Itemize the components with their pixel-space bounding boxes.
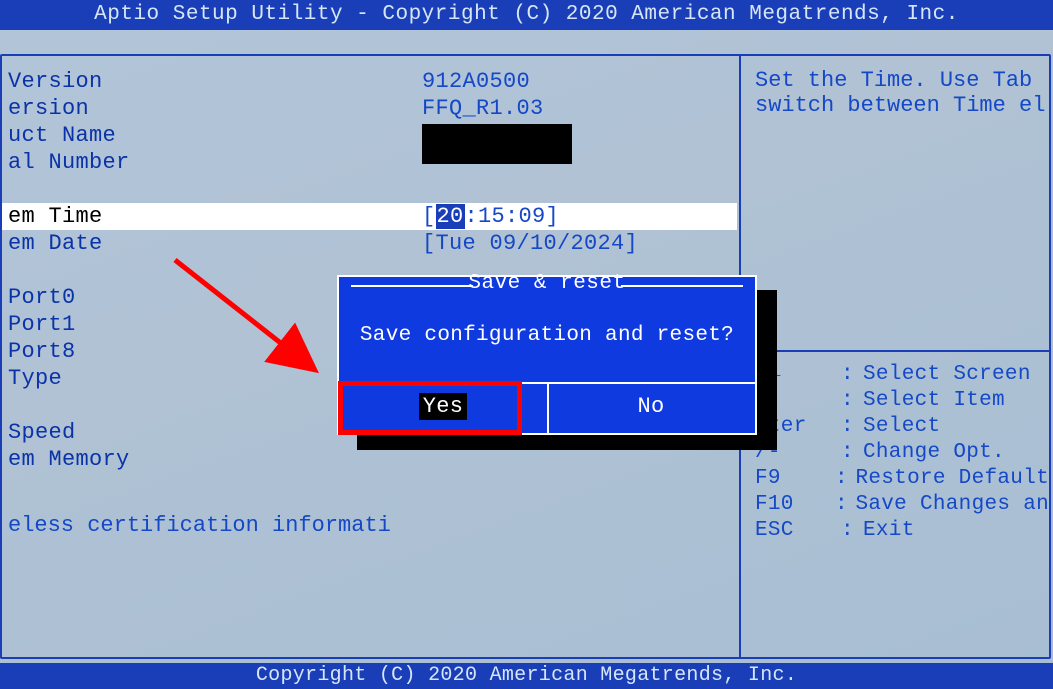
help-divider <box>741 350 1049 352</box>
info-label: em Time <box>2 203 422 230</box>
bios-footer-bar: Copyright (C) 2020 American Megatrends, … <box>0 663 1053 689</box>
info-label <box>2 176 422 203</box>
info-row: al Number <box>2 149 737 176</box>
context-help: Set the Time. Use Tab switch between Tim… <box>741 56 1049 126</box>
key-hint: ↑↓:Select Item <box>755 388 1049 414</box>
info-label: uct Name <box>2 122 422 149</box>
info-row: uct Name <box>2 122 737 149</box>
info-label: Version <box>2 68 422 95</box>
info-value: 912A0500 <box>422 68 530 95</box>
info-row <box>2 176 737 203</box>
info-value: [Tue 09/10/2024] <box>422 230 638 257</box>
info-row: em Memory <box>2 446 737 473</box>
info-label: al Number <box>2 149 422 176</box>
info-row: ersionFFQ_R1.03 <box>2 95 737 122</box>
help-panel: Set the Time. Use Tab switch between Tim… <box>739 56 1049 657</box>
key-hint: ESC:Exit <box>755 518 1049 544</box>
info-row[interactable]: em Time[20:15:09] <box>2 203 737 230</box>
wireless-cert-link[interactable]: eless certification informati <box>2 513 737 538</box>
info-value: [20:15:09] <box>422 203 559 230</box>
dialog-yes-button[interactable]: Yes <box>339 382 547 433</box>
redacted-value <box>422 124 572 164</box>
info-value: FFQ_R1.03 <box>422 95 544 122</box>
key-hint: F10:Save Changes an <box>755 492 1049 518</box>
key-hint: →←:Select Screen <box>755 362 1049 388</box>
save-reset-dialog: Save & reset Save configuration and rese… <box>337 275 757 435</box>
info-row: Version912A0500 <box>2 68 737 95</box>
info-label: em Memory <box>2 446 422 473</box>
time-hours-field[interactable]: 20 <box>436 204 465 229</box>
key-hint: F9:Restore Default <box>755 466 1049 492</box>
dialog-message: Save configuration and reset? <box>339 324 755 347</box>
key-hint: /-:Change Opt. <box>755 440 1049 466</box>
info-label: em Date <box>2 230 422 257</box>
bios-title-bar: Aptio Setup Utility - Copyright (C) 2020… <box>0 0 1053 30</box>
dialog-title: Save & reset <box>339 272 755 295</box>
dialog-no-button[interactable]: No <box>547 382 755 433</box>
info-label: ersion <box>2 95 422 122</box>
info-row: em Date[Tue 09/10/2024] <box>2 230 737 257</box>
info-value <box>422 122 572 149</box>
key-legend: →←:Select Screen↑↓:Select Itemnter:Selec… <box>755 362 1049 544</box>
key-hint: nter:Select <box>755 414 1049 440</box>
